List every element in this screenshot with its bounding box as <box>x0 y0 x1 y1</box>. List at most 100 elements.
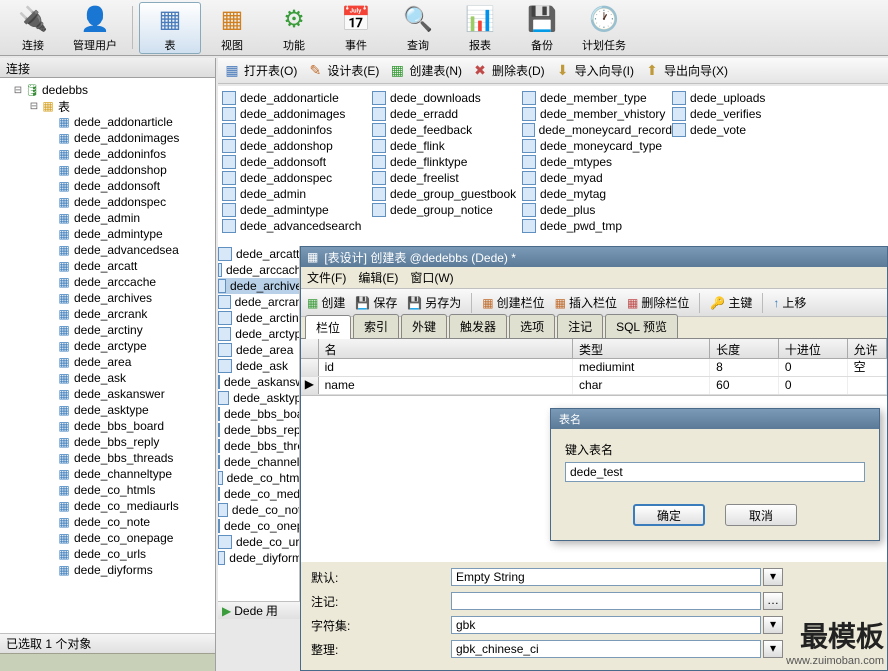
table-item[interactable]: dede_mtypes <box>522 154 672 170</box>
tab-fields[interactable]: 栏位 <box>305 315 351 339</box>
tree-tables-folder[interactable]: ⊟▦表 <box>2 98 213 114</box>
table-item[interactable]: dede_co_mediau <box>218 486 300 502</box>
table-item[interactable]: dede_erradd <box>372 106 522 122</box>
collation-dropdown[interactable]: ▾ <box>763 640 783 658</box>
table-item[interactable]: dede_advancedsearch <box>222 218 372 234</box>
tab-trigger[interactable]: 触发器 <box>449 314 507 338</box>
tree-table-item[interactable]: ▦dede_advancedsea <box>2 242 213 258</box>
backup-button[interactable]: 💾备份 <box>511 2 573 54</box>
schedule-button[interactable]: 🕐计划任务 <box>573 2 635 54</box>
delete-table-button[interactable]: ✖删除表(D) <box>472 62 545 79</box>
report-button[interactable]: 📊报表 <box>449 2 511 54</box>
view-button[interactable]: ▦视图 <box>201 2 263 54</box>
tab-preview[interactable]: SQL 预览 <box>605 314 678 338</box>
tree-table-item[interactable]: ▦dede_arcrank <box>2 306 213 322</box>
tree-table-item[interactable]: ▦dede_co_urls <box>2 546 213 562</box>
table-item[interactable]: dede_co_htmls <box>218 470 300 486</box>
dialog-titlebar[interactable]: 表名 <box>551 409 879 429</box>
tree-table-item[interactable]: ▦dede_bbs_threads <box>2 450 213 466</box>
tree-table-item[interactable]: ▦dede_addonimages <box>2 130 213 146</box>
table-item[interactable]: dede_askanswer <box>218 374 300 390</box>
create-table-button[interactable]: ▦创建表(N) <box>389 62 462 79</box>
table-item[interactable]: dede_moneycard_record <box>522 122 672 138</box>
table-item[interactable]: dede_arctype <box>218 326 300 342</box>
table-item[interactable]: dede_flinktype <box>372 154 522 170</box>
table-item[interactable]: dede_addonshop <box>222 138 372 154</box>
query-button[interactable]: 🔍查询 <box>387 2 449 54</box>
tree-table-item[interactable]: ▦dede_archives <box>2 290 213 306</box>
dt-primary-button[interactable]: 🔑主键 <box>710 294 752 311</box>
table-item[interactable]: dede_plus <box>522 202 672 218</box>
table-item[interactable]: dede_arcrank <box>218 294 300 310</box>
tree-table-item[interactable]: ▦dede_arctype <box>2 338 213 354</box>
design-titlebar[interactable]: ▦ [表设计] 创建表 @dedebbs (Dede) * <box>301 247 887 267</box>
table-item[interactable]: dede_admin <box>222 186 372 202</box>
tree-table-item[interactable]: ▦dede_addonarticle <box>2 114 213 130</box>
tree-table-item[interactable]: ▦dede_co_note <box>2 514 213 530</box>
table-item[interactable]: dede_mytag <box>522 186 672 202</box>
table-item[interactable]: dede_moneycard_type <box>522 138 672 154</box>
table-item[interactable]: dede_verifies <box>672 106 822 122</box>
tree-table-item[interactable]: ▦dede_asktype <box>2 402 213 418</box>
dt-saveas-button[interactable]: 💾另存为 <box>407 294 461 311</box>
table-name-input[interactable] <box>565 462 865 482</box>
table-item[interactable]: dede_asktype <box>218 390 300 406</box>
table-item[interactable]: dede_addonsoft <box>222 154 372 170</box>
col-decimal-header[interactable]: 十进位 <box>779 339 848 358</box>
dt-addfield-button[interactable]: ▦创建栏位 <box>482 294 544 311</box>
table-item[interactable]: dede_bbs_board <box>218 406 300 422</box>
charset-input[interactable]: gbk <box>451 616 761 634</box>
table-item[interactable]: dede_pwd_tmp <box>522 218 672 234</box>
tree-table-item[interactable]: ▦dede_co_htmls <box>2 482 213 498</box>
ok-button[interactable]: 确定 <box>633 504 705 526</box>
table-button[interactable]: ▦表 <box>139 2 201 54</box>
table-item[interactable]: dede_ask <box>218 358 300 374</box>
design-table-button[interactable]: ✎设计表(E) <box>307 62 379 79</box>
tree-table-item[interactable]: ▦dede_addonshop <box>2 162 213 178</box>
table-item[interactable]: dede_co_note <box>218 502 300 518</box>
tree-table-item[interactable]: ▦dede_arcatt <box>2 258 213 274</box>
tab-fk[interactable]: 外键 <box>401 314 447 338</box>
comment-input[interactable] <box>451 592 761 610</box>
col-null-header[interactable]: 允许空 <box>848 339 887 358</box>
export-wizard-button[interactable]: ⬆导出向导(X) <box>644 62 728 79</box>
table-item[interactable]: dede_archives <box>218 278 300 294</box>
table-item[interactable]: dede_addonspec <box>222 170 372 186</box>
table-item[interactable]: dede_flink <box>372 138 522 154</box>
default-dropdown[interactable]: ▾ <box>763 568 783 586</box>
tree-table-item[interactable]: ▦dede_addonsoft <box>2 178 213 194</box>
row-marker[interactable] <box>301 359 319 376</box>
tree-table-item[interactable]: ▦dede_admin <box>2 210 213 226</box>
menu-edit[interactable]: 编辑(E) <box>358 269 398 286</box>
grid-row[interactable]: idmediumint80 <box>301 359 887 377</box>
table-item[interactable]: dede_group_notice <box>372 202 522 218</box>
comment-more[interactable]: … <box>763 592 783 610</box>
table-item[interactable]: dede_arcatt <box>218 246 300 262</box>
table-list-continued[interactable]: dede_arcattdede_arccachedede_archivesded… <box>218 246 300 601</box>
table-item[interactable]: dede_myad <box>522 170 672 186</box>
tree-table-item[interactable]: ▦dede_arctiny <box>2 322 213 338</box>
tree-table-item[interactable]: ▦dede_bbs_reply <box>2 434 213 450</box>
table-item[interactable]: dede_admintype <box>222 202 372 218</box>
table-item[interactable]: dede_addonimages <box>222 106 372 122</box>
table-item[interactable]: dede_arctiny <box>218 310 300 326</box>
table-item[interactable]: dede_diyforms <box>218 550 300 566</box>
table-item[interactable]: dede_member_vhistory <box>522 106 672 122</box>
tree-table-item[interactable]: ▦dede_channeltype <box>2 466 213 482</box>
tree-table-item[interactable]: ▦dede_askanswer <box>2 386 213 402</box>
connection-tree[interactable]: ⊟🛢dedebbs ⊟▦表 ▦dede_addonarticle▦dede_ad… <box>0 78 215 633</box>
tree-table-item[interactable]: ▦dede_admintype <box>2 226 213 242</box>
table-item[interactable]: dede_channelty <box>218 454 300 470</box>
table-item[interactable]: dede_addonarticle <box>222 90 372 106</box>
dt-create-button[interactable]: ▦创建 <box>307 294 345 311</box>
function-button[interactable]: ⚙功能 <box>263 2 325 54</box>
expand-icon[interactable]: ⊟ <box>12 85 24 96</box>
tree-db-node[interactable]: ⊟🛢dedebbs <box>2 82 213 98</box>
tree-table-item[interactable]: ▦dede_addonspec <box>2 194 213 210</box>
table-item[interactable]: dede_group_guestbook <box>372 186 522 202</box>
tree-table-item[interactable]: ▦dede_ask <box>2 370 213 386</box>
table-item[interactable]: dede_uploads <box>672 90 822 106</box>
tree-table-item[interactable]: ▦dede_addoninfos <box>2 146 213 162</box>
table-list[interactable]: dede_addonarticledede_addonimages dede_ad… <box>218 86 888 246</box>
tree-table-item[interactable]: ▦dede_co_mediaurls <box>2 498 213 514</box>
